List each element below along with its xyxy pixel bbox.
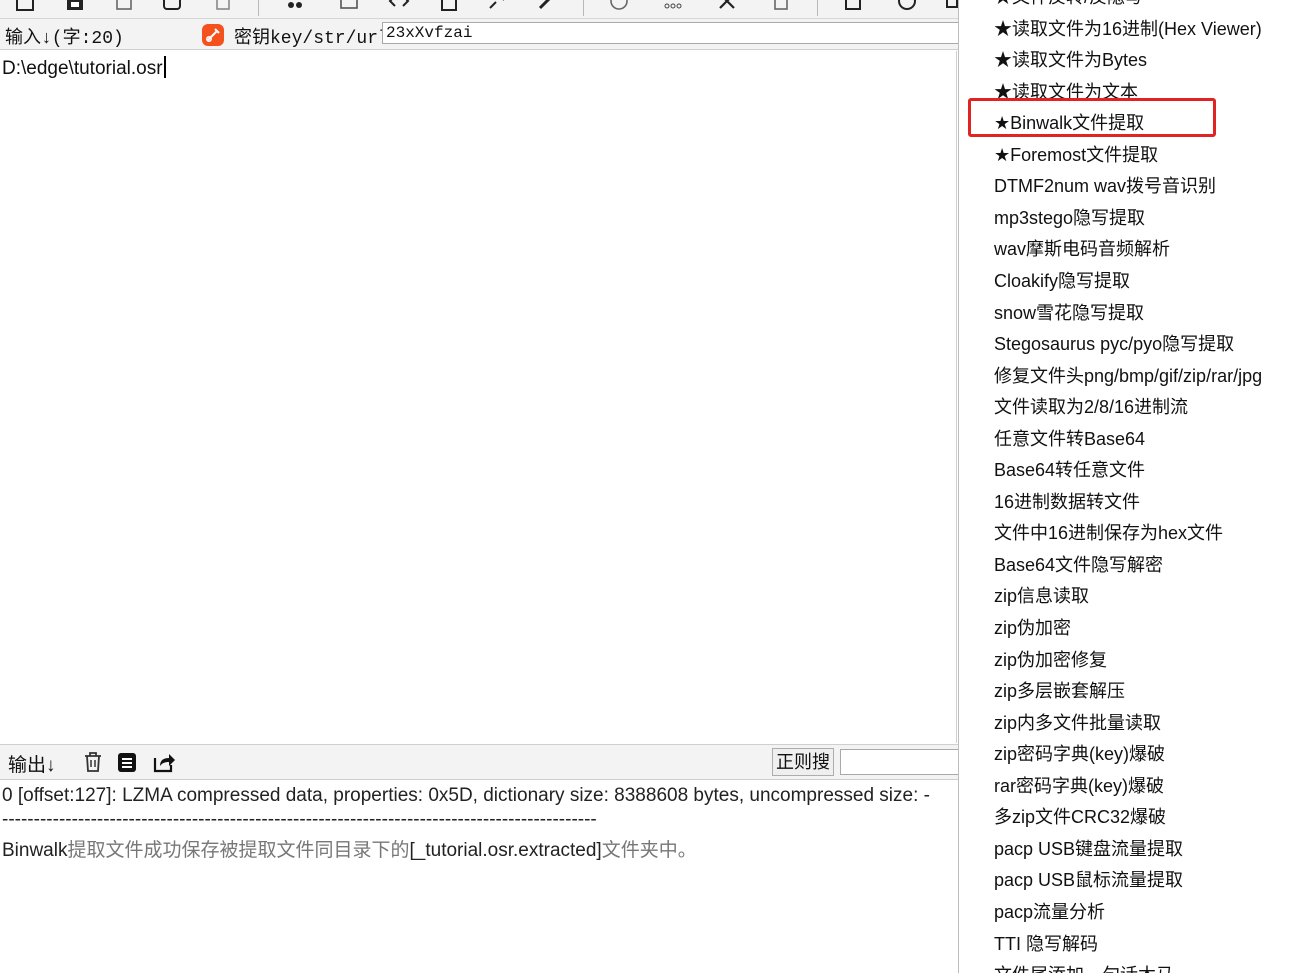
tools-icon[interactable] bbox=[716, 0, 738, 12]
code-icon[interactable] bbox=[388, 0, 410, 12]
menu-item[interactable]: Base64文件隐写解密 bbox=[994, 550, 1163, 580]
output-line-folder: [_tutorial.osr.extracted] bbox=[409, 840, 602, 861]
trash-icon[interactable] bbox=[81, 750, 105, 774]
menu-item[interactable]: Stegosaurus pyc/pyo隐写提取 bbox=[994, 329, 1234, 359]
toolbar-separator bbox=[817, 0, 818, 16]
more-icon[interactable] bbox=[944, 0, 958, 12]
cut-icon[interactable] bbox=[284, 0, 306, 12]
menu-item[interactable]: 修复文件头png/bmp/gif/zip/rar/jpg bbox=[994, 361, 1262, 391]
dots-icon[interactable] bbox=[662, 0, 684, 12]
highlight-box bbox=[968, 98, 1216, 137]
globe-icon[interactable] bbox=[608, 0, 630, 12]
output-label: 输出↓ bbox=[8, 755, 56, 776]
paste-icon[interactable] bbox=[161, 0, 183, 12]
menu-item[interactable]: Base64转任意文件 bbox=[994, 455, 1145, 485]
menu-item[interactable]: ★文件反转/反隐写 bbox=[994, 0, 1143, 12]
input-text-value: D:\edge\tutorial.osr bbox=[2, 58, 163, 79]
output-line: Binwalk提取文件成功保存被提取文件同目录下的[_tutorial.osr.… bbox=[2, 835, 697, 862]
clear-icon[interactable] bbox=[212, 0, 234, 12]
image-icon[interactable] bbox=[338, 0, 360, 12]
input-text: D:\edge\tutorial.osr bbox=[2, 56, 166, 80]
file-tools-menu: ★文件反转/反隐写 ★读取文件为16进制(Hex Viewer)★读取文件为Byt… bbox=[958, 0, 1312, 973]
menu-item[interactable]: Cloakify隐写提取 bbox=[994, 266, 1130, 296]
menu-item[interactable]: rar密码字典(key)爆破 bbox=[994, 771, 1164, 801]
key-input[interactable]: 23xXvfzai bbox=[382, 22, 962, 44]
info-icon[interactable] bbox=[896, 0, 918, 12]
toolbar-separator bbox=[258, 0, 259, 16]
edit-icon[interactable] bbox=[536, 0, 558, 12]
regex-search-input[interactable] bbox=[840, 749, 970, 775]
share-icon[interactable] bbox=[152, 750, 176, 774]
input-label: 输入↓(字:20) bbox=[5, 29, 124, 49]
key-icon bbox=[202, 24, 224, 46]
calculator-icon[interactable] bbox=[438, 0, 460, 12]
window-icon[interactable] bbox=[842, 0, 864, 12]
menu-item[interactable]: mp3stego隐写提取 bbox=[994, 203, 1145, 233]
output-line-body: 提取文件成功保存被提取文件同目录下的 bbox=[67, 840, 410, 861]
menu-item[interactable]: TTI 隐写解码 bbox=[994, 929, 1098, 959]
menu-item[interactable]: 文件读取为2/8/16进制流 bbox=[994, 392, 1188, 422]
menu-item[interactable]: 文件中16进制保存为hex文件 bbox=[994, 518, 1223, 548]
main-window: 输入↓(字:20) 密钥key/str/url: 23xXvfzai D:\ed… bbox=[0, 0, 970, 973]
menu-item[interactable]: zip伪加密修复 bbox=[994, 645, 1107, 675]
menu-item[interactable]: zip伪加密 bbox=[994, 613, 1071, 643]
menu-item[interactable]: 任意文件转Base64 bbox=[994, 424, 1145, 454]
menu-item[interactable]: zip内多文件批量读取 bbox=[994, 708, 1161, 738]
menu-item[interactable]: zip信息读取 bbox=[994, 581, 1089, 611]
new-file-icon[interactable] bbox=[14, 0, 36, 12]
save-icon[interactable] bbox=[64, 0, 86, 12]
menu-item[interactable]: 16进制数据转文件 bbox=[994, 487, 1140, 517]
input-textarea[interactable]: D:\edge\tutorial.osr bbox=[0, 51, 957, 743]
menu-item[interactable]: DTMF2num wav拨号音识别 bbox=[994, 171, 1216, 201]
pin-icon[interactable] bbox=[486, 0, 508, 12]
menu-item[interactable]: ★读取文件为Bytes bbox=[994, 45, 1147, 75]
text-caret bbox=[163, 56, 166, 78]
menu-item[interactable]: ★Foremost文件提取 bbox=[994, 140, 1158, 170]
menu-item[interactable]: pacp USB鼠标流量提取 bbox=[994, 865, 1183, 895]
menu-item[interactable]: ★读取文件为16进制(Hex Viewer) bbox=[994, 14, 1262, 44]
output-line-prefix: Binwalk bbox=[2, 840, 68, 861]
output-header: 输出↓ 正则搜 bbox=[0, 744, 970, 780]
output-line: 0 [offset:127]: LZMA compressed data, pr… bbox=[2, 785, 930, 806]
output-textarea[interactable]: 0 [offset:127]: LZMA compressed data, pr… bbox=[0, 780, 958, 973]
copy-output-icon[interactable] bbox=[115, 750, 139, 774]
input-header: 输入↓(字:20) 密钥key/str/url: 23xXvfzai bbox=[0, 19, 962, 50]
output-separator-line: ----------------------------------------… bbox=[2, 809, 597, 830]
menu-item[interactable]: 多zip文件CRC32爆破 bbox=[994, 802, 1166, 832]
menu-item[interactable]: zip多层嵌套解压 bbox=[994, 676, 1125, 706]
menu-item[interactable]: pacp USB键盘流量提取 bbox=[994, 834, 1183, 864]
menu-item[interactable]: 文件尾添加一句话木马 bbox=[994, 960, 1174, 973]
toolbar bbox=[0, 0, 958, 19]
menu-item[interactable]: pacp流量分析 bbox=[994, 897, 1105, 927]
menu-item[interactable]: zip密码字典(key)爆破 bbox=[994, 739, 1165, 769]
menu-item[interactable]: snow雪花隐写提取 bbox=[994, 298, 1144, 328]
output-line-suffix: 文件夹中。 bbox=[601, 840, 697, 861]
key-label: 密钥key/str/url: bbox=[234, 29, 400, 49]
toolbar-separator bbox=[583, 0, 584, 16]
document-icon[interactable] bbox=[770, 0, 792, 12]
menu-item[interactable]: wav摩斯电码音频解析 bbox=[994, 234, 1170, 264]
regex-search-button[interactable]: 正则搜 bbox=[772, 748, 834, 776]
copy-icon[interactable] bbox=[113, 0, 135, 12]
